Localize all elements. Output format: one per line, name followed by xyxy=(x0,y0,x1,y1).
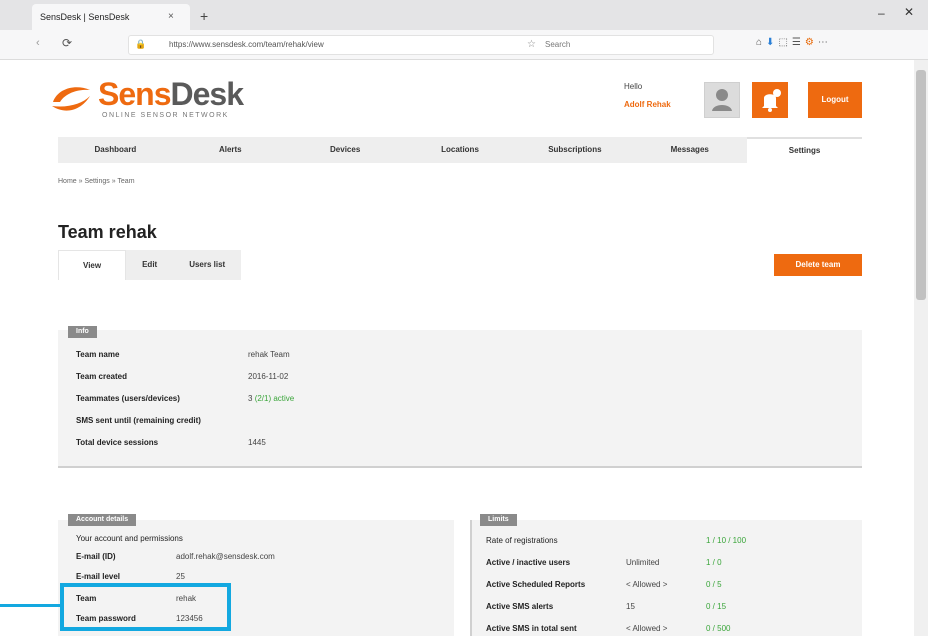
lock-icon: 🔒 xyxy=(135,39,147,49)
highlight-pointer xyxy=(0,604,60,607)
menu-item-devices[interactable]: Devices xyxy=(288,137,403,163)
scrollbar-thumb[interactable] xyxy=(916,70,926,300)
account-panel-tag: Account details xyxy=(68,514,137,526)
info-row: Team created 2016-11-02 xyxy=(76,372,289,381)
user-name-link[interactable]: Adolf Rehak xyxy=(624,100,671,109)
limits-row: Rate of registrations 1 / 10 / 100 xyxy=(486,536,747,545)
browser-tab[interactable]: SensDesk | SensDesk xyxy=(32,4,190,30)
logout-button[interactable]: Logout xyxy=(808,82,862,118)
url-text[interactable]: https://www.sensdesk.com/team/rehak/view xyxy=(169,40,324,49)
logo-tagline: ONLINE SENSOR NETWORK xyxy=(102,112,229,119)
menu-item-subscriptions[interactable]: Subscriptions xyxy=(517,137,632,163)
limits-row: Active SMS alerts 15 0 / 15 xyxy=(486,602,727,611)
browser-tab-bar: SensDesk | SensDesk × + – ✕ xyxy=(0,0,928,30)
profile-button[interactable] xyxy=(704,82,740,118)
minimize-icon[interactable]: – xyxy=(878,6,885,20)
delete-team-button[interactable]: Delete team xyxy=(774,254,862,276)
limits-row: Active Scheduled Reports < Allowed >0 / 5 xyxy=(486,580,722,589)
logo-sens: Sens xyxy=(98,76,171,112)
menu-item-dashboard[interactable]: Dashboard xyxy=(58,137,173,163)
menu-item-alerts[interactable]: Alerts xyxy=(173,137,288,163)
notifications-button[interactable] xyxy=(752,82,788,118)
info-panel-tag: Info xyxy=(68,326,97,338)
info-row: SMS sent until (remaining credit) xyxy=(76,416,201,425)
download-icon[interactable]: ⬇ xyxy=(766,37,778,48)
tab-view[interactable]: View xyxy=(58,250,127,280)
breadcrumb[interactable]: Home » Settings » Team xyxy=(58,178,135,185)
info-row: Total device sessions 1445 xyxy=(76,438,266,447)
account-row: Your account and permissions xyxy=(76,534,183,543)
search-box[interactable]: Search xyxy=(545,40,570,49)
more-icon[interactable]: ⋯ xyxy=(818,37,832,48)
menu-item-messages[interactable]: Messages xyxy=(632,137,747,163)
extension-icon[interactable]: ⚙ xyxy=(805,37,818,48)
limits-panel-tag: Limits xyxy=(480,514,517,526)
bookmark-star-icon[interactable]: ☆ xyxy=(527,39,536,50)
toolbar-icons: ⌂⬇⬚☰⚙⋯ xyxy=(756,37,832,48)
back-icon[interactable]: ‹ xyxy=(36,37,40,49)
window-close-icon[interactable]: ✕ xyxy=(904,5,914,19)
info-row: Team name rehak Team xyxy=(76,350,290,359)
account-row: E-mail (ID) adolf.rehak@sensdesk.com xyxy=(76,552,275,561)
menu-icon[interactable]: ☰ xyxy=(792,37,805,48)
page-title: Team rehak xyxy=(58,222,157,242)
reload-icon[interactable]: ⟳ xyxy=(62,36,72,50)
account-row: E-mail level 25 xyxy=(76,572,185,581)
sensdesk-logo-icon xyxy=(52,87,90,111)
logo-text[interactable]: SensDesk xyxy=(98,74,244,114)
tab-users-list[interactable]: Users list xyxy=(173,250,241,280)
menu-item-settings[interactable]: Settings xyxy=(747,137,863,163)
menu-item-locations[interactable]: Locations xyxy=(403,137,518,163)
tab-edit[interactable]: Edit xyxy=(126,250,173,280)
highlight-box xyxy=(60,583,231,631)
bell-icon xyxy=(762,89,781,112)
logo-desk: Desk xyxy=(170,76,243,112)
new-tab-icon[interactable]: + xyxy=(200,7,208,25)
home-icon[interactable]: ⌂ xyxy=(756,37,766,48)
tab-close-icon[interactable]: × xyxy=(168,4,174,30)
user-icon xyxy=(712,89,732,111)
screenshot-icon[interactable]: ⬚ xyxy=(778,37,791,48)
limits-row: Active / inactive users Unlimited 1 / 0 xyxy=(486,558,722,567)
info-row: Teammates (users/devices) 3 (2/1) active xyxy=(76,394,295,403)
team-tabs: View Edit Users list xyxy=(58,250,242,280)
browser-tab-title: SensDesk | SensDesk xyxy=(40,12,130,22)
browser-navbar: ‹ ⟳ 🔒 https://www.sensdesk.com/team/reha… xyxy=(0,30,928,60)
user-greeting: Hello xyxy=(624,82,643,91)
main-menu: Dashboard Alerts Devices Locations Subsc… xyxy=(58,137,863,163)
address-bar[interactable]: 🔒 https://www.sensdesk.com/team/rehak/vi… xyxy=(128,35,714,55)
limits-row: Active SMS in total sent < Allowed >0 / 5… xyxy=(486,624,731,633)
